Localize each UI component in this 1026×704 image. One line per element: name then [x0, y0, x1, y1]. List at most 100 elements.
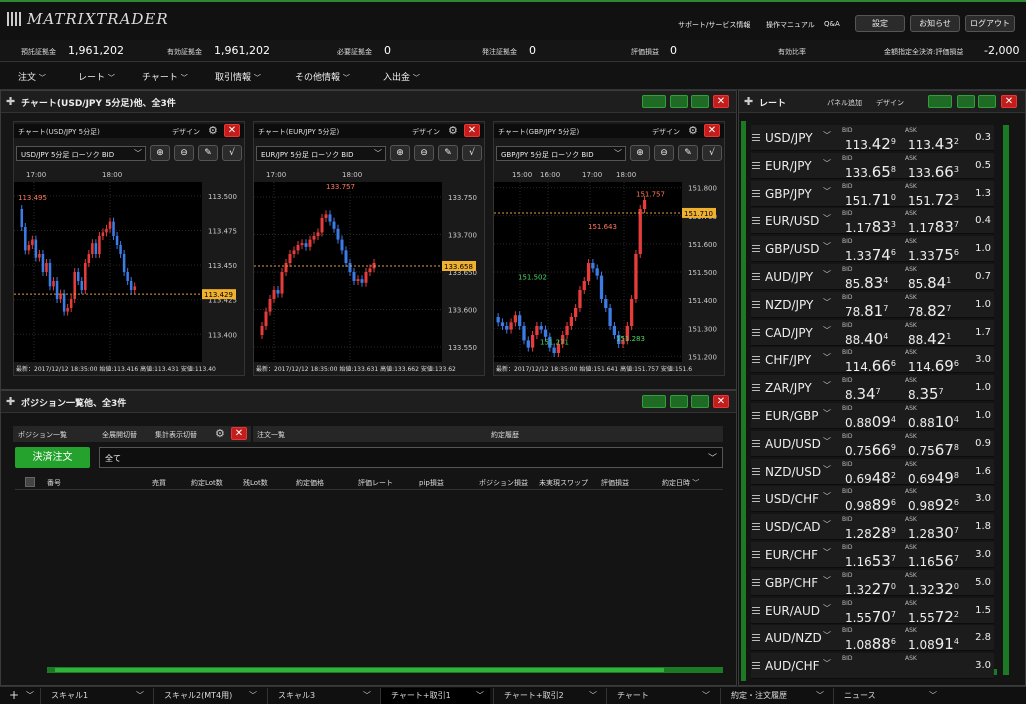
- close-button[interactable]: ✕: [713, 95, 729, 108]
- col-remaining-lot[interactable]: 残Lot数: [243, 478, 268, 488]
- rate-row-gbp-chf[interactable]: GBP/CHF ﹀ BID 1.32270 ASK 1.32320 5.0: [751, 569, 994, 598]
- ask-price[interactable]: 0.75678: [908, 441, 959, 459]
- rate-row-nzd-usd[interactable]: NZD/USD ﹀ BID 0.69482 ASK 0.69498 1.6: [751, 458, 994, 487]
- chevron-down-icon[interactable]: ﹀: [823, 130, 831, 141]
- ask-price[interactable]: 1.16567: [908, 552, 959, 570]
- workspace-tab[interactable]: チャート ﹀: [606, 688, 716, 704]
- ask-price[interactable]: 1.28307: [908, 524, 959, 542]
- expand-toggle[interactable]: 全展開切替: [102, 430, 137, 440]
- design-link[interactable]: デザイン: [412, 127, 440, 137]
- settle-order-button[interactable]: 決済注文: [15, 447, 90, 468]
- workspace-tab[interactable]: スキャル2(MT4用) ﹀: [153, 688, 263, 704]
- workspace-tab[interactable]: チャート+取引2 ﹀: [493, 688, 603, 704]
- close-button[interactable]: ✕: [231, 427, 247, 440]
- chevron-down-icon[interactable]: ﹀: [823, 269, 831, 280]
- rate-row-gbp-jpy[interactable]: GBP/JPY ﹀ BID 151.710 ASK 151.723 1.3: [751, 180, 994, 209]
- drag-handle-icon[interactable]: [752, 384, 760, 392]
- horizontal-scrollbar[interactable]: [47, 667, 723, 673]
- layout-dropdown-button[interactable]: [642, 95, 666, 108]
- manual-link[interactable]: 操作マニュアル: [766, 20, 815, 30]
- rate-row-eur-gbp[interactable]: EUR/GBP ﹀ BID 0.88094 ASK 0.88104 1.0: [751, 403, 994, 431]
- ask-price[interactable]: 151.723: [908, 191, 959, 209]
- bid-price[interactable]: 85.834: [845, 274, 888, 292]
- bid-price[interactable]: 0.88094: [845, 413, 896, 431]
- rate-row-gbp-usd[interactable]: GBP/USD ﹀ BID 1.33746 ASK 1.33756 1.0: [751, 236, 994, 264]
- menu-rate[interactable]: レート ﹀: [78, 70, 115, 83]
- ask-price[interactable]: 133.663: [908, 163, 959, 181]
- chevron-down-icon[interactable]: ﹀: [823, 158, 831, 169]
- chevron-down-icon[interactable]: ﹀: [823, 575, 831, 586]
- rate-row-aud-jpy[interactable]: AUD/JPY ﹀ BID 85.834 ASK 85.841 0.7: [751, 264, 994, 292]
- chevron-down-icon[interactable]: ﹀: [26, 690, 34, 701]
- rate-row-cad-jpy[interactable]: CAD/JPY ﹀ BID 88.404 ASK 88.421 1.7: [751, 319, 994, 348]
- bid-price[interactable]: 1.17833: [845, 218, 896, 236]
- col-lot[interactable]: 約定Lot数: [191, 478, 223, 488]
- indicator-icon[interactable]: √: [222, 145, 242, 161]
- pen-icon[interactable]: ✎: [438, 145, 458, 161]
- col-pip[interactable]: pip損益: [419, 478, 444, 488]
- chevron-down-icon[interactable]: ﹀: [823, 408, 831, 419]
- candlestick-chart[interactable]: 15:0016:0017:0018:00151.800151.700151.60…: [494, 168, 724, 363]
- chevron-down-icon[interactable]: ﹀: [823, 491, 831, 502]
- drag-handle-icon[interactable]: [752, 328, 760, 336]
- rate-row-aud-chf[interactable]: AUD/CHF ﹀ BID ASK 3.0: [751, 653, 994, 680]
- logout-button[interactable]: ログアウト: [965, 15, 1015, 32]
- drag-handle-icon[interactable]: [752, 245, 760, 253]
- bid-price[interactable]: 1.16537: [845, 552, 896, 570]
- gear-icon[interactable]: ⚙: [208, 124, 218, 137]
- add-panel-link[interactable]: パネル追加: [827, 98, 862, 108]
- drag-handle-icon[interactable]: [752, 662, 760, 670]
- menu-trade-info[interactable]: 取引情報 ﹀: [215, 70, 261, 83]
- ask-price[interactable]: 113.432: [908, 135, 959, 153]
- zoom-in-icon[interactable]: ⊕: [630, 145, 650, 161]
- bid-price[interactable]: 1.33746: [845, 246, 896, 264]
- chevron-down-icon[interactable]: ﹀: [363, 688, 371, 704]
- col-side[interactable]: 売買: [152, 478, 166, 488]
- workspace-tab[interactable]: スキャル1 ﹀: [40, 688, 150, 704]
- design-link[interactable]: デザイン: [172, 127, 200, 137]
- chevron-down-icon[interactable]: ﹀: [823, 297, 831, 308]
- chevron-down-icon[interactable]: ﹀: [823, 241, 831, 252]
- chevron-down-icon[interactable]: ﹀: [823, 436, 831, 447]
- zoom-out-icon[interactable]: ⊖: [174, 145, 194, 161]
- rate-row-eur-usd[interactable]: EUR/USD ﹀ BID 1.17833 ASK 1.17837 0.4: [751, 208, 994, 236]
- col-datetime[interactable]: 約定日時 ﹀: [662, 478, 699, 488]
- chevron-down-icon[interactable]: ﹀: [823, 658, 831, 669]
- gear-icon[interactable]: ⚙: [215, 427, 225, 440]
- rate-row-usd-jpy[interactable]: USD/JPY ﹀ BID 113.429 ASK 113.432 0.3: [751, 125, 994, 153]
- rate-row-aud-usd[interactable]: AUD/USD ﹀ BID 0.75669 ASK 0.75678 0.9: [751, 430, 994, 459]
- design-link[interactable]: デザイン: [652, 127, 680, 137]
- tab-execution-history[interactable]: 約定履歴: [491, 430, 519, 440]
- bid-price[interactable]: 1.55707: [845, 608, 896, 626]
- drag-handle-icon[interactable]: [752, 189, 760, 197]
- drag-handle-icon[interactable]: [752, 300, 760, 308]
- indicator-icon[interactable]: √: [462, 145, 482, 161]
- settings-button[interactable]: 設定: [855, 15, 905, 32]
- filter-select[interactable]: 全て ﹀: [99, 447, 723, 468]
- summary-toggle[interactable]: 集計表示切替: [155, 430, 197, 440]
- chevron-down-icon[interactable]: ﹀: [823, 547, 831, 558]
- ask-price[interactable]: 0.69498: [908, 469, 959, 487]
- chevron-down-icon[interactable]: ﹀: [929, 688, 937, 704]
- drag-handle-icon[interactable]: [752, 356, 760, 364]
- candlestick-chart[interactable]: 17:00 18:00113.500113.475113.450113.42511…: [14, 168, 244, 363]
- qa-link[interactable]: Q&A: [824, 20, 840, 28]
- gear-icon[interactable]: ⚙: [448, 124, 458, 137]
- minimize-button[interactable]: [670, 395, 688, 408]
- col-price[interactable]: 約定価格: [296, 478, 324, 488]
- support-link[interactable]: サポート/サービス情報: [678, 20, 750, 30]
- rate-row-aud-nzd[interactable]: AUD/NZD ﹀ BID 1.08886 ASK 1.08914 2.8: [751, 625, 994, 653]
- workspace-tab[interactable]: チャート+取引1 ﹀: [380, 688, 490, 704]
- pen-icon[interactable]: ✎: [678, 145, 698, 161]
- bid-price[interactable]: 0.98896: [845, 496, 896, 514]
- bid-price[interactable]: 133.658: [845, 163, 896, 181]
- col-swap[interactable]: 未実現スワップ: [539, 478, 588, 488]
- layout-dropdown-button[interactable]: [642, 395, 666, 408]
- col-eval-pl[interactable]: 評価損益: [601, 478, 629, 488]
- maximize-button[interactable]: [691, 395, 709, 408]
- move-icon[interactable]: ✚: [6, 95, 15, 108]
- minimize-button[interactable]: [957, 95, 975, 108]
- menu-order[interactable]: 注文 ﹀: [18, 70, 46, 83]
- add-tab-icon[interactable]: +: [9, 688, 19, 702]
- workspace-tab[interactable]: 約定・注文履歴 ﹀: [720, 688, 830, 704]
